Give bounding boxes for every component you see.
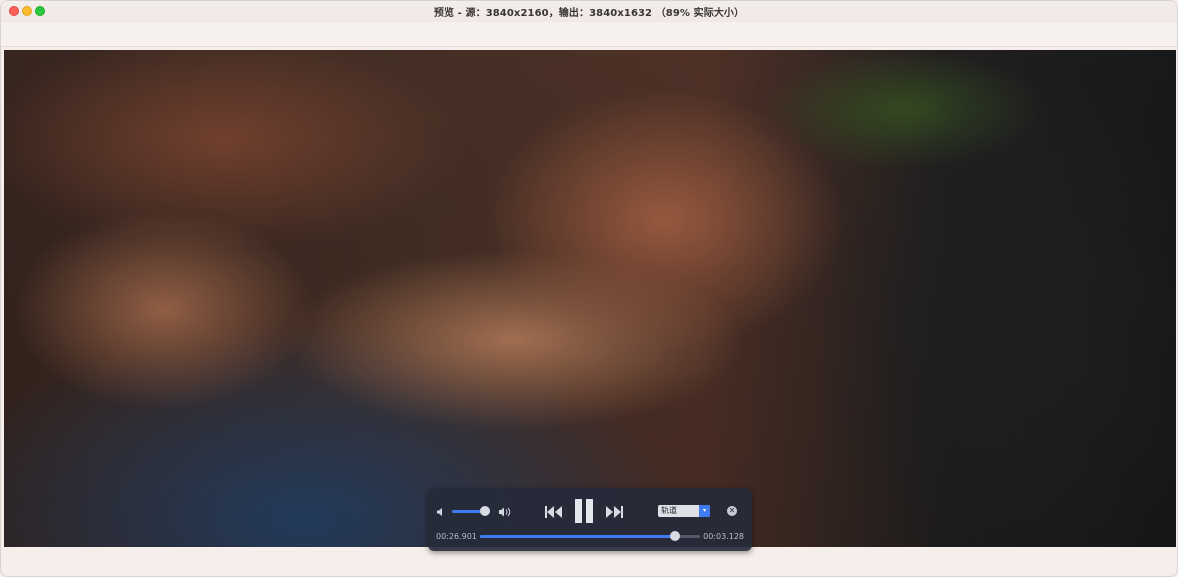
preview-window: 预览 - 源：3840x2160，输出：3840x1632 （89% 实际大小）… [0,0,1178,577]
close-icon[interactable]: ✕ [727,506,737,516]
track-select-label: 轨道 [661,506,677,515]
skip-back-icon[interactable] [545,504,563,518]
time-elapsed: 00:26.901 [436,532,477,541]
speaker-low-icon[interactable] [436,507,446,517]
title-bar[interactable]: 预览 - 源：3840x2160，输出：3840x1632 （89% 实际大小） [1,1,1177,23]
track-select[interactable]: 轨道 ▾ [658,505,710,517]
toolbar-area [1,22,1177,47]
pause-icon[interactable] [574,499,594,523]
video-shade [4,50,1176,547]
speaker-high-icon[interactable] [498,506,512,518]
progress-slider-knob[interactable] [669,531,680,541]
skip-forward-icon[interactable] [605,504,623,518]
progress-fill [480,535,675,538]
playback-controls-hud: 轨道 ▾ ✕ 00:26.901 00:03.128 [428,488,752,551]
volume-slider-knob[interactable] [480,506,490,516]
window-title: 预览 - 源：3840x2160，输出：3840x1632 （89% 实际大小） [433,8,745,19]
chevron-down-icon: ▾ [699,505,710,517]
video-frame[interactable] [4,50,1176,547]
progress-slider[interactable] [480,531,700,541]
time-remaining: 00:03.128 [703,532,744,541]
